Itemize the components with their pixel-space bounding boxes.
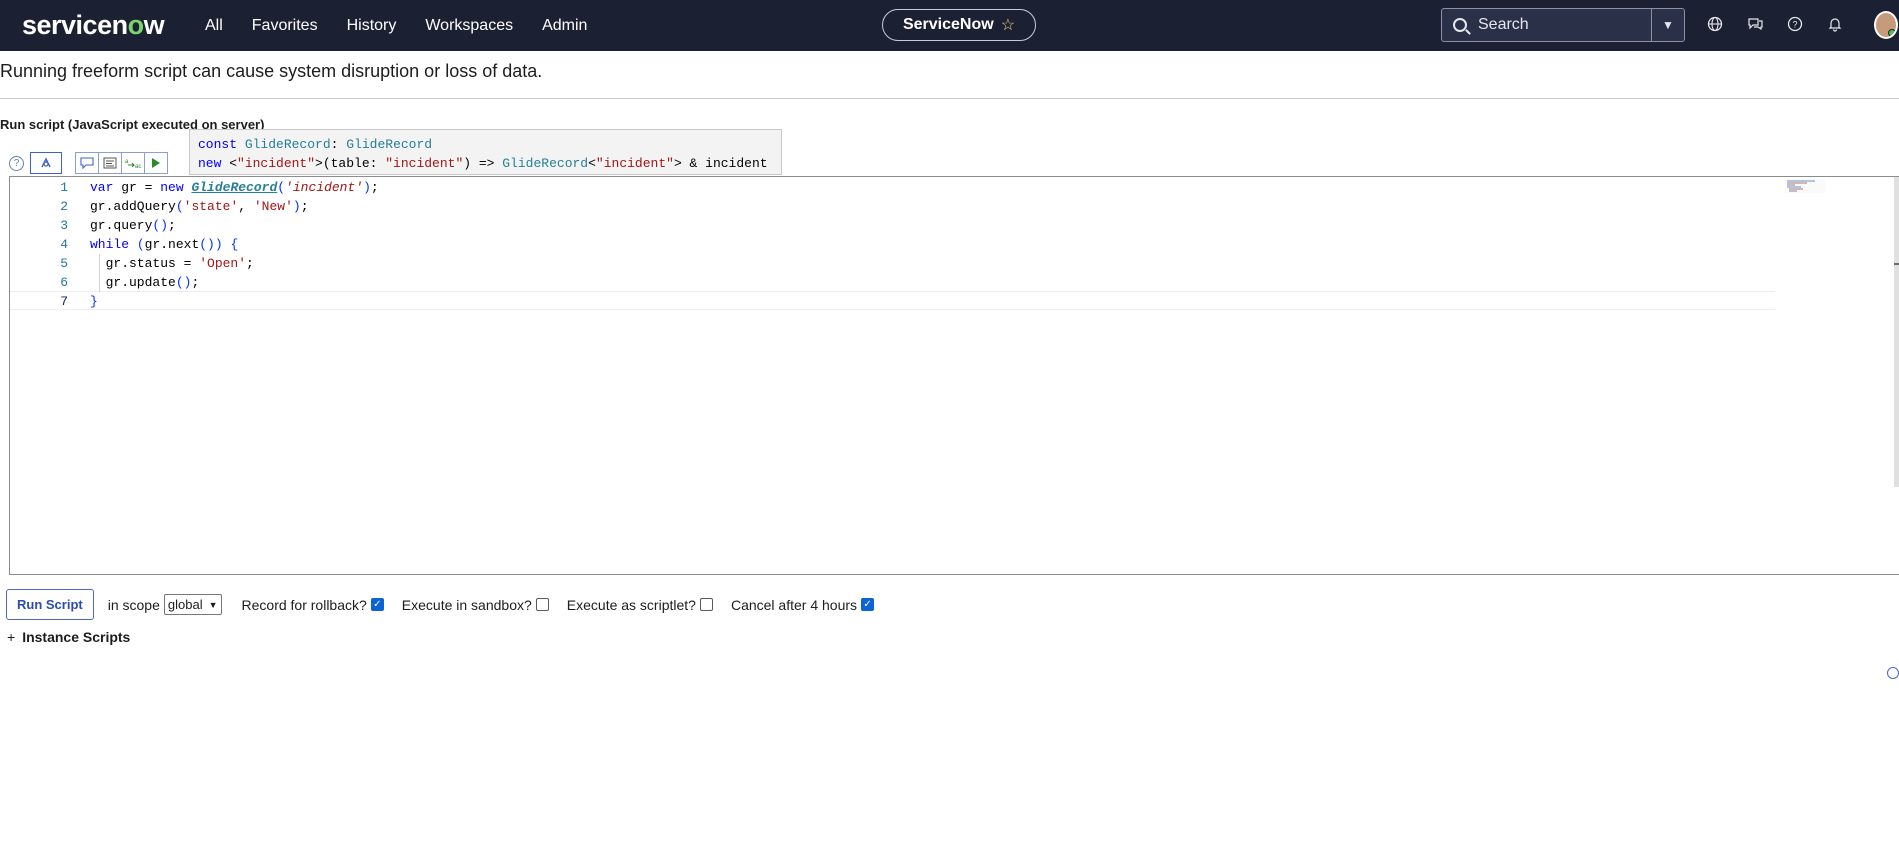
line-number: 5	[60, 256, 68, 271]
chat-icon[interactable]	[1745, 14, 1765, 34]
menu-history[interactable]: History	[347, 17, 397, 35]
toggle-syntax-icon	[41, 157, 51, 168]
chevron-down-icon: ▼	[208, 599, 218, 610]
global-search[interactable]: Search ▼	[1441, 8, 1685, 42]
bell-icon[interactable]	[1825, 14, 1845, 34]
globe-icon[interactable]	[1705, 14, 1725, 34]
run-icon	[152, 158, 160, 168]
run-script-button[interactable]: Run Script	[6, 589, 94, 620]
menu-all[interactable]: All	[205, 17, 223, 35]
cancel-option: Cancel after 4 hours ✓	[730, 596, 875, 613]
search-dropdown-button[interactable]: ▼	[1651, 9, 1684, 41]
toolbar-button-group: a ac	[75, 152, 168, 174]
syntax-toggle-button[interactable]	[30, 152, 62, 174]
line-number: 1	[60, 180, 68, 195]
help-icon[interactable]: ?	[1785, 14, 1805, 34]
code-text: }	[90, 294, 98, 309]
code-text: gr.addQuery('state', 'New');	[90, 199, 309, 214]
search-input[interactable]: Search	[1478, 16, 1651, 34]
cancel-checkbox[interactable]: ✓	[861, 598, 875, 611]
line-number: 6	[60, 275, 68, 290]
record-rollback-label: Record for rollback?	[241, 596, 367, 613]
record-rollback-option: Record for rollback? ✓	[242, 597, 384, 613]
replace-icon: a ac	[125, 159, 141, 169]
servicenow-logo[interactable]: servicenow	[22, 10, 165, 41]
warning-message: Running freeform script can cause system…	[0, 61, 543, 81]
main-menu: All Favorites History Workspaces Admin	[205, 0, 616, 51]
line-number: 2	[60, 199, 68, 214]
svg-text:ac: ac	[135, 164, 141, 169]
divider	[0, 98, 1899, 99]
instance-name-pill[interactable]: ServiceNow ☆	[882, 9, 1036, 41]
comment-button[interactable]	[75, 152, 99, 174]
line-number: 3	[60, 218, 68, 233]
code-text: gr.update();	[90, 275, 200, 290]
clock-icon[interactable]	[1887, 667, 1899, 679]
scope-select[interactable]: global ▼	[163, 594, 222, 615]
code-line[interactable]: 4 while (gr.next()) {	[10, 235, 1775, 254]
record-rollback-checkbox[interactable]: ✓	[370, 598, 384, 611]
star-icon[interactable]: ☆	[1001, 15, 1015, 35]
editor-toolbar: ? a ac	[9, 152, 168, 174]
svg-text:a: a	[125, 159, 129, 165]
format-button[interactable]	[98, 152, 122, 174]
instance-name: ServiceNow	[902, 16, 994, 33]
comment-icon	[80, 157, 94, 169]
code-text: var gr = new GlideRecord('incident');	[90, 180, 379, 195]
code-line[interactable]: 2 gr.addQuery('state', 'New');	[10, 197, 1775, 216]
menu-admin[interactable]: Admin	[542, 17, 587, 35]
indent-guide	[99, 254, 100, 292]
type-hover-tooltip: const GlideRecord: GlideRecord new <"inc…	[189, 129, 782, 175]
line-number: 7	[60, 294, 68, 309]
scriptlet-option: Execute as scriptlet?	[567, 597, 713, 613]
instance-scripts-toggle[interactable]: + Instance Scripts	[7, 629, 130, 645]
code-line[interactable]: 6 gr.update();	[10, 273, 1775, 292]
scope-label: in scope	[107, 596, 160, 613]
scrollbar-cursor-marker	[1894, 263, 1899, 265]
instance-scripts-label: Instance Scripts	[22, 629, 131, 645]
minimap[interactable]	[1785, 179, 1825, 193]
sandbox-checkbox[interactable]	[535, 598, 549, 611]
code-line[interactable]: 1 var gr = new GlideRecord('incident');	[10, 178, 1775, 197]
presence-dot	[1888, 29, 1896, 37]
menu-favorites[interactable]: Favorites	[252, 17, 318, 35]
sandbox-option: Execute in sandbox?	[402, 597, 549, 613]
help-icon[interactable]: ?	[9, 155, 24, 171]
tooltip-line-2: new <"incident">(table: "incident") => G…	[198, 156, 768, 171]
format-icon	[103, 157, 117, 169]
script-editor[interactable]: 1 var gr = new GlideRecord('incident'); …	[9, 176, 1899, 575]
cancel-label: Cancel after 4 hours	[730, 596, 858, 613]
code-text: while (gr.next()) {	[90, 237, 239, 252]
code-line-current[interactable]: 7 }	[10, 291, 1775, 310]
scriptlet-label: Execute as scriptlet?	[566, 596, 696, 613]
code-text: gr.status = 'Open';	[90, 256, 254, 271]
user-avatar[interactable]	[1874, 11, 1898, 39]
top-navigation-bar: servicenow All Favorites History Workspa…	[0, 0, 1899, 51]
script-controls: Run Script in scope global ▼ Record for r…	[6, 589, 892, 620]
run-button-small[interactable]	[144, 152, 168, 174]
line-number: 4	[60, 237, 68, 252]
replace-button[interactable]: a ac	[121, 152, 145, 174]
search-icon	[1453, 18, 1467, 32]
menu-workspaces[interactable]: Workspaces	[425, 17, 513, 35]
sandbox-label: Execute in sandbox?	[401, 596, 532, 613]
code-line[interactable]: 5 gr.status = 'Open';	[10, 254, 1775, 273]
expand-icon: +	[7, 629, 16, 645]
code-line[interactable]: 3 gr.query();	[10, 216, 1775, 235]
scriptlet-checkbox[interactable]	[699, 598, 713, 611]
editor-scrollbar[interactable]	[1894, 177, 1899, 487]
tooltip-line-1: const GlideRecord: GlideRecord	[198, 137, 433, 152]
svg-text:?: ?	[1792, 20, 1797, 30]
nav-icons: ?	[1705, 14, 1865, 34]
code-text: gr.query();	[90, 218, 176, 233]
